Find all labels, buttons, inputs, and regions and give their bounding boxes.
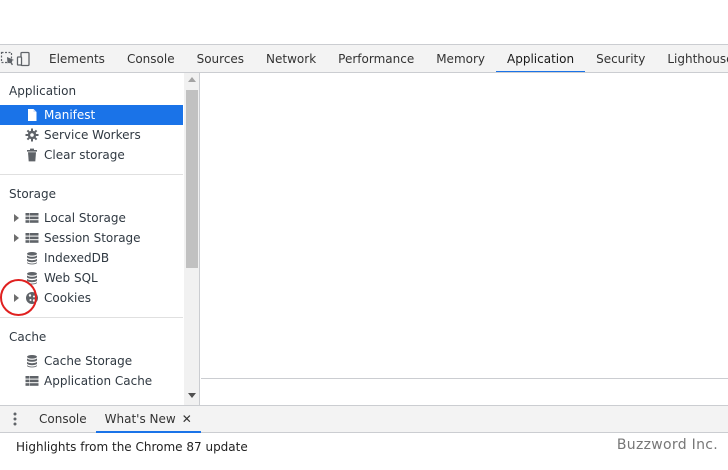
sidebar-scrollbar-thumb[interactable] — [186, 90, 198, 268]
sidebar-item-session-storage[interactable]: Session Storage — [0, 228, 183, 248]
tab-label: Lighthouse — [667, 51, 728, 66]
database-icon — [27, 252, 37, 265]
sidebar-item-label: Application Cache — [44, 374, 153, 388]
page-viewport — [0, 0, 728, 45]
sidebar-item-label: Local Storage — [44, 211, 126, 225]
drawer-tab-label: What's New — [104, 412, 176, 426]
sidebar-item-service-workers[interactable]: Service Workers — [0, 125, 183, 145]
tab-console[interactable]: Console — [116, 45, 186, 72]
section-header-application: Application — [9, 84, 77, 98]
sidebar-item-cache-storage[interactable]: Cache Storage — [0, 351, 183, 371]
kebab-menu-icon[interactable] — [0, 406, 30, 432]
drawer-tab-console[interactable]: Console — [30, 406, 96, 432]
sidebar-item-label: Cache Storage — [44, 354, 133, 368]
tab-label: Elements — [49, 51, 105, 66]
expand-arrow-icon[interactable] — [14, 234, 19, 242]
inspect-element-icon[interactable] — [0, 45, 16, 72]
section-divider — [0, 174, 183, 175]
annotation-circle — [0, 279, 37, 316]
scroll-up-arrow-icon[interactable] — [188, 77, 196, 82]
scroll-down-arrow-icon[interactable] — [188, 393, 196, 398]
drawer-tab-whats-new[interactable]: What's New ✕ — [95, 406, 201, 433]
tab-network[interactable]: Network — [255, 45, 327, 72]
sidebar-item-label: Manifest — [44, 108, 96, 122]
tab-label: Memory — [436, 51, 486, 66]
tab-application[interactable]: Application — [496, 45, 586, 72]
sidebar-item-label: Web SQL — [44, 271, 98, 285]
sidebar-item-label: IndexedDB — [44, 251, 110, 265]
sidebar-item-indexeddb[interactable]: IndexedDB — [0, 248, 183, 268]
application-sidebar: Application Manifest Service Workers Cle… — [0, 73, 200, 405]
watermark: Buzzword Inc. — [616, 437, 718, 453]
device-toolbar-icon[interactable] — [16, 45, 32, 72]
file-icon — [28, 109, 37, 121]
tab-label: Network — [266, 51, 317, 66]
tab-label: Performance — [338, 51, 415, 66]
drawer-tab-label: Console — [39, 412, 87, 426]
tab-elements[interactable]: Elements — [38, 45, 116, 72]
tab-sources[interactable]: Sources — [186, 45, 255, 72]
main-panel-footer — [201, 379, 728, 405]
tab-label: Sources — [196, 51, 245, 66]
section-header-storage: Storage — [9, 187, 56, 201]
tab-label: Console — [126, 51, 175, 66]
main-panel — [201, 73, 728, 378]
whats-new-panel: Highlights from the Chrome 87 update Buz… — [0, 433, 728, 470]
highlights-text: Highlights from the Chrome 87 update — [16, 440, 248, 454]
tab-performance[interactable]: Performance — [327, 45, 425, 72]
sidebar-item-application-cache[interactable]: Application Cache — [0, 371, 183, 391]
devtools-window: Elements Console Sources Network Perform… — [0, 0, 728, 470]
sidebar-item-label: Session Storage — [44, 231, 141, 245]
close-icon[interactable]: ✕ — [182, 412, 192, 426]
grid-icon — [25, 233, 39, 243]
database-icon — [27, 355, 37, 368]
tab-memory[interactable]: Memory — [425, 45, 496, 72]
sidebar-item-label: Clear storage — [44, 148, 125, 162]
grid-icon — [25, 213, 39, 223]
grid-icon — [25, 376, 39, 386]
sidebar-item-manifest[interactable]: Manifest — [0, 105, 183, 125]
tab-label: Application — [507, 51, 575, 66]
sidebar-item-label: Service Workers — [44, 128, 141, 142]
gear-icon — [25, 128, 39, 142]
section-divider — [0, 317, 183, 318]
sidebar-item-local-storage[interactable]: Local Storage — [0, 208, 183, 228]
expand-arrow-icon[interactable] — [14, 214, 19, 222]
section-header-cache: Cache — [9, 330, 47, 344]
sidebar-item-label: Cookies — [44, 291, 91, 305]
devtools-toolbar: Elements Console Sources Network Perform… — [0, 45, 728, 73]
sidebar-item-clear-storage[interactable]: Clear storage — [0, 145, 183, 165]
tab-lighthouse[interactable]: Lighthouse — [656, 45, 728, 72]
drawer-toolbar: Console What's New ✕ — [0, 405, 728, 433]
tab-label: Security — [596, 51, 646, 66]
tab-security[interactable]: Security — [585, 45, 656, 72]
trash-icon — [27, 148, 37, 162]
